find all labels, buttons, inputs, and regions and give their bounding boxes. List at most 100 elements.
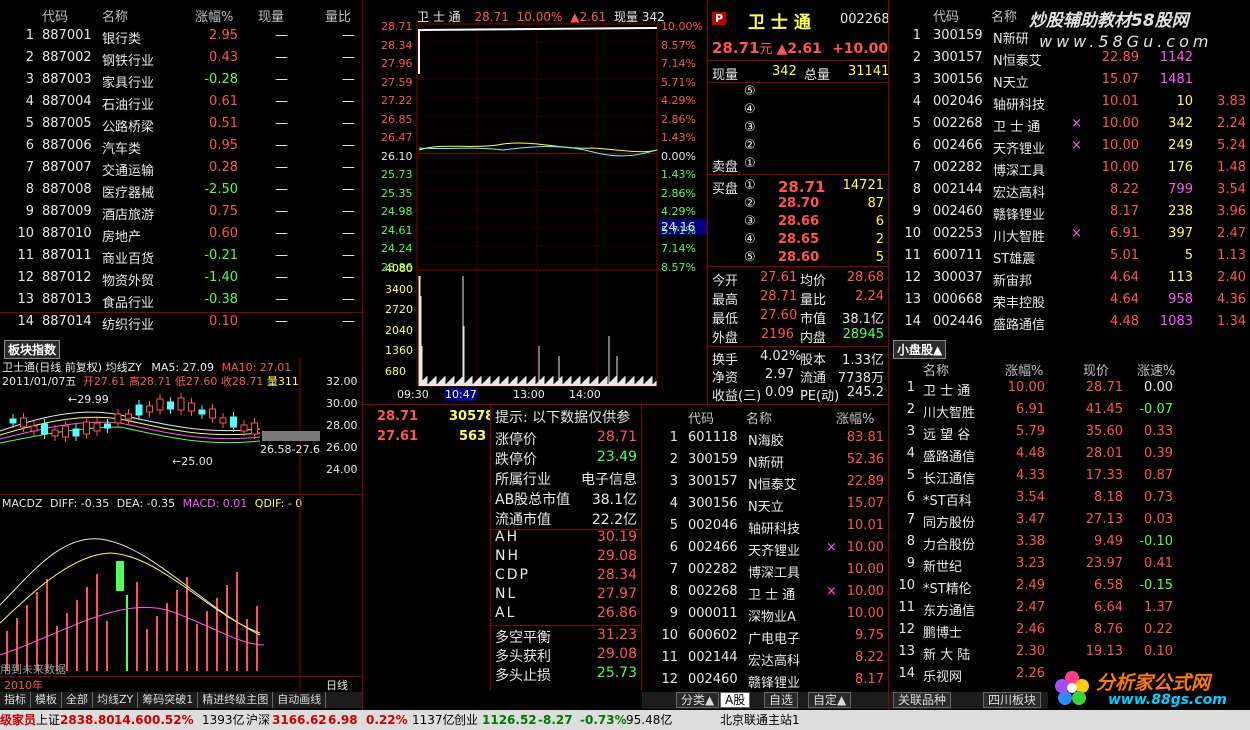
block-tab[interactable]: 关联品种 (893, 692, 952, 708)
ranking-row[interactable]: 3 300157 N恒泰艾 22.89 (642, 471, 888, 493)
col-vol[interactable]: 现量 (258, 6, 284, 25)
ranking-row[interactable]: 4 300156 N天立 15.07 (642, 493, 888, 515)
rank-mid-col-code[interactable]: 代码 (688, 408, 714, 427)
rank-mid-col-pct[interactable]: 涨幅% (836, 408, 874, 427)
small-cap-row[interactable]: 13 新 大 陆 2.30 19.13 0.10 (889, 641, 1250, 663)
stock-pct: 83.81 (846, 430, 884, 445)
bottom-tab[interactable]: 筹码突破1 (138, 692, 199, 708)
sh-label[interactable]: 上证 (36, 710, 60, 730)
col-name[interactable]: 名称 (102, 6, 128, 25)
ranking-row[interactable]: 6 002466 天齐锂业 × 10.00 249 5.24 (889, 135, 1250, 157)
ranking-row[interactable]: 8 002144 宏达高科 8.22 799 3.54 (889, 179, 1250, 201)
ranking-row[interactable]: 12 002460 赣锋锂业 8.17 (642, 669, 888, 691)
cy-label[interactable]: 创业 (454, 710, 478, 730)
bottom-tab[interactable]: 自动画线 (273, 692, 327, 708)
ranking-row[interactable]: 8 002268 卫 士 通 × 10.00 (642, 581, 888, 603)
small-cap-row[interactable]: 4 盛路通信 4.48 28.01 0.39 (889, 443, 1250, 465)
market-tab[interactable]: 分类▲ (676, 692, 720, 708)
ranking-row[interactable]: 12 300037 新宙邦 4.64 113 2.40 (889, 267, 1250, 289)
stock-name: 卫 士 通 (748, 588, 796, 603)
macd-bar (106, 621, 108, 671)
small-cap-row[interactable]: 6 *ST百科 3.54 8.18 0.73 (889, 487, 1250, 509)
stock-pct: 5.01 (1110, 248, 1139, 263)
bottom-tab[interactable]: 指标 (0, 692, 31, 708)
sector-row[interactable]: 3 887003 家具行业 -0.28 — — (0, 69, 362, 91)
small-cap-row[interactable]: 7 同方股份 3.47 27.13 0.03 (889, 509, 1250, 531)
col-pct[interactable]: 涨幅% (195, 6, 233, 25)
kline-panel[interactable]: 卫士通(日线 前复权) 均线ZY MA5: 27.09 MA10: 27.01 … (0, 357, 362, 497)
sector-vol: — (275, 50, 288, 65)
small-cap-row[interactable]: 12 鹏博士 2.46 8.76 0.22 (889, 619, 1250, 641)
col-ratio[interactable]: 量比 (325, 6, 351, 25)
rank-right-col-name[interactable]: 名称 (991, 6, 1017, 25)
market-tab[interactable]: 自定▲ (808, 692, 852, 708)
sector-row[interactable]: 13 887013 食品行业 -0.38 — — (0, 289, 362, 311)
small-cap-row[interactable]: 8 力合股份 3.38 9.49 -0.10 (889, 531, 1250, 553)
small-cap-row[interactable]: 5 长江通信 4.33 17.33 0.87 (889, 465, 1250, 487)
sector-row[interactable]: 12 887012 物资外贸 -1.40 — — (0, 267, 362, 289)
stock-code: 002466 (688, 540, 738, 555)
sector-ratio: — (342, 50, 355, 65)
sector-ratio: — (342, 160, 355, 175)
small-cap-row[interactable]: 10 *ST精伦 2.49 6.58 -0.15 (889, 575, 1250, 597)
stock-name: N恒泰艾 (748, 478, 797, 493)
server-name[interactable]: 北京联通主站1 (720, 710, 800, 730)
macd-bar (256, 606, 258, 671)
rank-mid-col-name[interactable]: 名称 (746, 408, 772, 427)
stock-code: 600602 (688, 628, 738, 643)
sector-row[interactable]: 6 887006 汽车类 0.95 — — (0, 135, 362, 157)
small-cap-row[interactable]: 3 远 望 谷 5.79 35.60 0.33 (889, 421, 1250, 443)
bottom-tab[interactable]: 模板 (31, 692, 62, 708)
ranking-row[interactable]: 5 002268 卫 士 通 × 10.00 342 2.24 (889, 113, 1250, 135)
market-tab[interactable]: 自选 (764, 692, 799, 708)
ranking-row[interactable]: 9 002460 赣锋锂业 8.17 238 3.96 (889, 201, 1250, 223)
small-cap-row[interactable]: 2 川大智胜 6.91 41.45 -0.07 (889, 399, 1250, 421)
ranking-row[interactable]: 13 000668 荣丰控股 4.64 958 4.36 (889, 289, 1250, 311)
ranking-row[interactable]: 7 002282 博深工具 10.00 (642, 559, 888, 581)
ranking-row[interactable]: 14 002446 盛路通信 4.48 1083 1.34 (889, 311, 1250, 333)
intraday-panel[interactable]: 卫 士 通 28.71 10.00% ▲2.61 现量 342 28.71 28.… (363, 0, 707, 404)
small-cap-row[interactable]: 1 卫 士 通 10.00 28.71 0.00 (889, 377, 1250, 399)
bottom-tab[interactable]: 均线ZY (93, 692, 139, 708)
ranking-row[interactable]: 3 300156 N天立 15.07 1481 (889, 69, 1250, 91)
ranking-row[interactable]: 2 300159 N新研 52.36 (642, 449, 888, 471)
col-code[interactable]: 代码 (42, 6, 68, 25)
macd-bar (136, 582, 138, 671)
sector-row[interactable]: 1 887001 银行类 2.95 — — (0, 25, 362, 47)
sector-row[interactable]: 14 887014 纺织行业 0.10 — — (0, 311, 362, 333)
ranking-row[interactable]: 11 600711 ST雄震 5.01 5 1.13 (889, 245, 1250, 267)
small-cap-row[interactable]: 11 东方通信 2.47 6.64 1.37 (889, 597, 1250, 619)
sector-row[interactable]: 10 887010 房地产 0.60 — — (0, 223, 362, 245)
stock-code: 002446 (933, 314, 983, 329)
kline-period[interactable]: 日线 (326, 677, 348, 693)
ranking-row[interactable]: 6 002466 天齐锂业 × 10.00 (642, 537, 888, 559)
bottom-tab[interactable]: 全部 (62, 692, 93, 708)
sector-pct: 0.10 (209, 314, 238, 329)
bottom-tab[interactable]: 精进终级主图 (198, 692, 274, 708)
ranking-row[interactable]: 9 000011 深物业A 10.00 (642, 603, 888, 625)
ranking-row[interactable]: 5 002046 轴研科技 10.01 (642, 515, 888, 537)
small-cap-row[interactable]: 9 新世纪 3.23 23.97 0.41 (889, 553, 1250, 575)
sector-row[interactable]: 9 887009 酒店旅游 0.75 — — (0, 201, 362, 223)
ranking-row[interactable]: 10 600602 广电电子 9.75 (642, 625, 888, 647)
sector-row[interactable]: 8 887008 医疗器械 -2.50 — — (0, 179, 362, 201)
market-tab[interactable]: A股 (720, 692, 751, 708)
ranking-row[interactable]: 10 002253 川大智胜 × 6.91 397 2.47 (889, 223, 1250, 245)
rank-right-col-code[interactable]: 代码 (933, 6, 959, 25)
sector-row[interactable]: 7 887007 交通运输 0.28 — — (0, 157, 362, 179)
sector-row[interactable]: 5 887005 公路桥梁 0.51 — — (0, 113, 362, 135)
sz-label[interactable]: 沪深 (246, 710, 270, 730)
ranking-row[interactable]: 4 002046 轴研科技 10.01 10 3.83 (889, 91, 1250, 113)
macd-panel[interactable]: MACDZ DIFF: -0.35 DEA: -0.35 MACD: 0.01 … (0, 495, 362, 691)
buy-price: 28.65 (778, 232, 820, 247)
ranking-row[interactable]: 7 002282 博深工具 10.00 176 1.48 (889, 157, 1250, 179)
ranking-row[interactable]: 1 601118 N海胶 83.81 (642, 427, 888, 449)
stock-code: 002268 (933, 116, 983, 131)
block-tab[interactable]: 四川板块 (983, 692, 1042, 708)
sector-row[interactable]: 11 887011 商业百货 -0.21 — — (0, 245, 362, 267)
sector-row[interactable]: 4 887004 石油行业 0.61 — — (0, 91, 362, 113)
sector-row[interactable]: 2 887002 钢铁行业 0.43 — — (0, 47, 362, 69)
stat-value: 38.1亿 (842, 312, 884, 327)
ranking-row[interactable]: 11 002144 宏达高科 8.22 (642, 647, 888, 669)
sector-vol: — (275, 138, 288, 153)
